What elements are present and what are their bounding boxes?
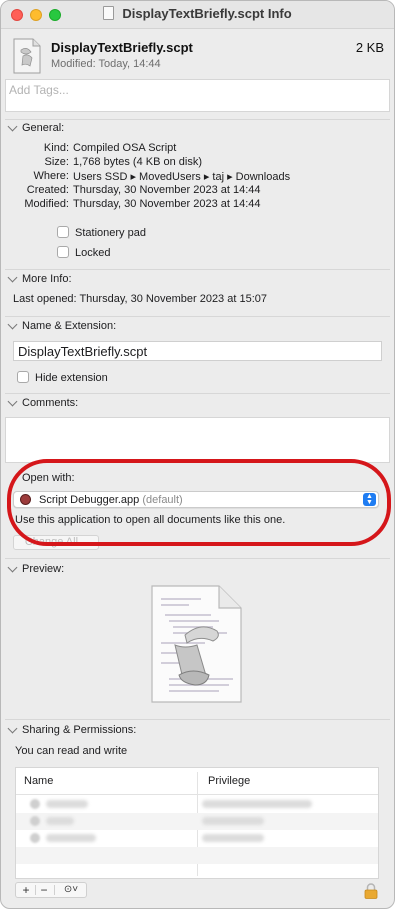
locked-label: Locked	[75, 247, 111, 259]
more-info-section-toggle[interactable]: More Info:	[7, 272, 72, 285]
title-bar: DisplayTextBriefly.scpt Info	[1, 1, 394, 29]
sharing-section-toggle[interactable]: Sharing & Permissions:	[7, 723, 137, 736]
divider	[5, 393, 390, 394]
file-header: DisplayTextBriefly.scpt 2 KB Modified: T…	[1, 29, 394, 79]
info-value: Compiled OSA Script	[73, 142, 177, 154]
table-row[interactable]	[16, 796, 378, 813]
window-title: DisplayTextBriefly.scpt Info	[122, 6, 292, 21]
general-heading: General:	[22, 122, 65, 134]
table-row[interactable]	[16, 813, 378, 830]
toolbar-separator	[54, 885, 55, 895]
info-key: Where:	[33, 170, 69, 182]
file-name-field[interactable]: DisplayTextBriefly.scpt	[13, 341, 382, 361]
redacted-privilege	[202, 817, 264, 825]
file-name: DisplayTextBriefly.scpt	[51, 40, 193, 55]
divider	[5, 269, 390, 270]
divider	[5, 119, 390, 120]
add-user-button[interactable]: +	[18, 883, 34, 897]
checkbox-box	[57, 246, 69, 258]
preview-section-toggle[interactable]: Preview:	[7, 562, 65, 575]
stationery-pad-label: Stationery pad	[75, 227, 146, 239]
comments-field[interactable]	[5, 417, 390, 463]
redacted-privilege	[202, 800, 312, 808]
comments-section-toggle[interactable]: Comments:	[7, 396, 79, 409]
tags-field[interactable]: Add Tags...	[5, 79, 390, 112]
redacted-user-name	[46, 817, 74, 825]
stationery-pad-checkbox[interactable]: Stationery pad	[57, 226, 146, 239]
more-info-heading: More Info:	[22, 273, 72, 285]
general-section-toggle[interactable]: General:	[7, 121, 65, 134]
redacted-privilege	[202, 834, 264, 842]
name-extension-heading: Name & Extension:	[22, 320, 117, 332]
disclosure-triangle-icon	[7, 272, 18, 283]
file-size: 2 KB	[355, 40, 384, 55]
hide-extension-checkbox[interactable]: Hide extension	[17, 371, 108, 384]
info-key: Modified:	[24, 198, 69, 210]
get-info-window: DisplayTextBriefly.scpt Info DisplayText…	[0, 0, 395, 909]
redacted-user-name	[46, 800, 88, 808]
group-icon	[30, 833, 40, 843]
table-row[interactable]	[16, 830, 378, 847]
name-extension-section-toggle[interactable]: Name & Extension:	[7, 319, 117, 332]
disclosure-triangle-icon	[7, 723, 18, 734]
tags-placeholder: Add Tags...	[9, 83, 69, 97]
permissions-toolbar: + − ⊙˅	[15, 882, 87, 898]
action-menu-button[interactable]: ⊙˅	[58, 883, 84, 897]
remove-user-button[interactable]: −	[36, 883, 52, 897]
user-icon	[30, 799, 40, 809]
info-value: 1,768 bytes (4 KB on disk)	[73, 156, 203, 168]
permissions-table: Name Privilege	[15, 767, 379, 879]
checkbox-box	[17, 371, 29, 383]
modified-summary: Modified: Today, 14:44	[51, 58, 161, 70]
divider	[5, 316, 390, 317]
sharing-heading: Sharing & Permissions:	[22, 724, 137, 736]
window-title-group: DisplayTextBriefly.scpt Info	[1, 6, 394, 21]
group-icon	[30, 816, 40, 826]
info-value: Thursday, 30 November 2023 at 14:44	[73, 184, 261, 196]
disclosure-triangle-icon	[7, 396, 18, 407]
info-value: Users SSD ▸ MovedUsers ▸ taj ▸ Downloads	[73, 171, 291, 183]
disclosure-triangle-icon	[7, 562, 18, 573]
info-key: Created:	[26, 184, 69, 196]
hide-extension-label: Hide extension	[35, 372, 108, 384]
checkbox-box	[57, 226, 69, 238]
redacted-user-name	[46, 834, 96, 842]
script-document-preview-icon	[151, 585, 242, 703]
disclosure-triangle-icon	[7, 319, 18, 330]
disclosure-triangle-icon	[7, 121, 18, 132]
comments-heading: Comments:	[22, 397, 79, 409]
red-annotation-highlight	[7, 459, 391, 546]
permission-status: You can read and write	[15, 745, 128, 757]
info-value: Thursday, 30 November 2023 at 14:44	[73, 198, 261, 210]
column-header-name[interactable]: Name	[24, 775, 53, 787]
divider	[5, 719, 390, 720]
preview-heading: Preview:	[22, 563, 65, 575]
document-icon	[103, 6, 115, 20]
script-file-icon	[13, 38, 41, 74]
column-header-privilege[interactable]: Privilege	[208, 775, 250, 787]
info-key: Size:	[44, 156, 69, 168]
locked-checkbox[interactable]: Locked	[57, 246, 110, 259]
last-opened: Last opened: Thursday, 30 November 2023 …	[13, 293, 267, 305]
lock-icon[interactable]	[364, 883, 378, 899]
table-row	[16, 847, 378, 864]
divider	[5, 558, 390, 559]
info-key: Kind:	[43, 142, 69, 154]
